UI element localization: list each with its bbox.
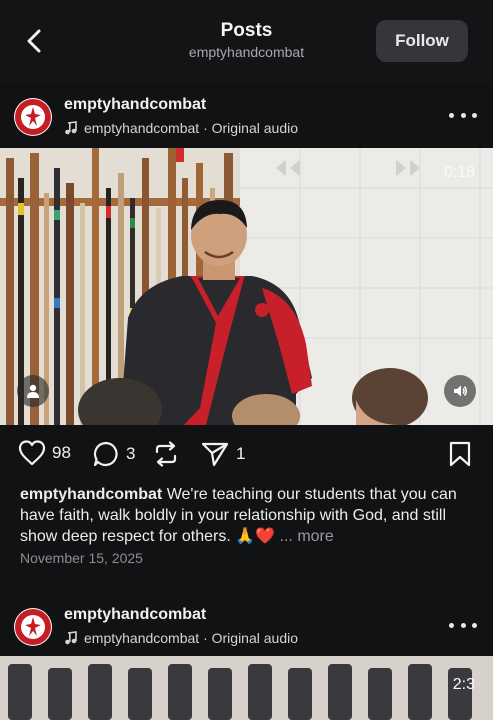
video-timer: 2:3 xyxy=(452,676,475,693)
bookmark-icon[interactable] xyxy=(448,440,472,468)
post-username[interactable]: emptyhandcombat xyxy=(64,606,206,624)
volume-icon[interactable] xyxy=(444,375,476,407)
post-video[interactable]: 0:18 xyxy=(0,148,493,425)
video-timer: 0:18 xyxy=(443,164,475,181)
user-tag-icon[interactable] xyxy=(17,375,49,407)
like-button[interactable]: 98 xyxy=(18,440,71,466)
comment-count: 3 xyxy=(126,444,136,463)
more-options-icon[interactable] xyxy=(449,618,477,632)
music-note-icon xyxy=(65,631,77,645)
send-icon xyxy=(201,442,229,467)
audio-link[interactable]: emptyhandcombat · Original audio xyxy=(64,630,298,646)
music-note-icon xyxy=(65,121,77,135)
like-count: 98 xyxy=(52,443,71,462)
post-caption: emptyhandcombat We're teaching our stude… xyxy=(20,484,480,547)
repost-button[interactable] xyxy=(152,440,180,468)
send-button[interactable]: 1 xyxy=(200,440,245,468)
post-video[interactable]: 2:3 xyxy=(0,656,493,720)
audio-link[interactable]: emptyhandcombat · Original audio xyxy=(64,120,298,136)
comment-button[interactable]: 3 xyxy=(92,440,135,468)
audio-label: emptyhandcombat · Original audio xyxy=(84,630,299,646)
post-username[interactable]: emptyhandcombat xyxy=(64,96,206,114)
post-actions: 98 3 1 xyxy=(0,436,493,472)
avatar[interactable] xyxy=(14,608,52,646)
more-options-icon[interactable] xyxy=(449,108,477,122)
post-header: emptyhandcombat emptyhandcombat · Origin… xyxy=(0,596,493,658)
audio-label: emptyhandcombat · Original audio xyxy=(84,120,299,136)
comment-icon xyxy=(93,441,118,467)
more-link[interactable]: ... more xyxy=(280,528,334,545)
video-frame xyxy=(0,148,493,425)
repost-icon xyxy=(155,441,177,467)
caption-username[interactable]: emptyhandcombat xyxy=(20,486,162,503)
share-count: 1 xyxy=(236,444,246,463)
follow-button[interactable]: Follow xyxy=(376,20,468,62)
post-header: emptyhandcombat emptyhandcombat · Origin… xyxy=(0,86,493,148)
top-bar: Posts emptyhandcombat Follow xyxy=(0,0,493,84)
heart-icon xyxy=(18,440,46,466)
video-frame xyxy=(0,656,493,720)
post-date: November 15, 2025 xyxy=(20,550,143,566)
avatar[interactable] xyxy=(14,98,52,136)
